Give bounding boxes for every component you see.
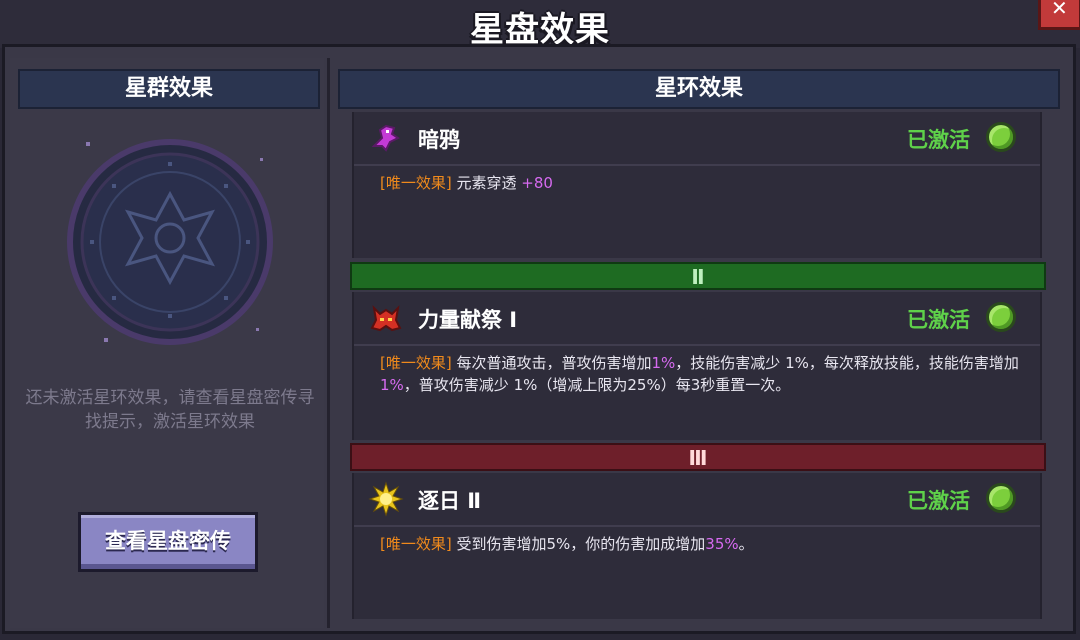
desc-text: 。 bbox=[738, 535, 754, 553]
effect-description: [唯一效果] 每次普通攻击，普攻伤害增加1%，技能伤害减少 1%，每次释放技能，… bbox=[380, 352, 1030, 396]
status-text: 已激活 bbox=[907, 128, 970, 152]
status-indicator bbox=[986, 483, 1016, 513]
raven-icon bbox=[371, 124, 400, 152]
close-button[interactable]: ✕ bbox=[1038, 0, 1080, 30]
status-text: 已激活 bbox=[907, 489, 970, 513]
effect-card: 暗鸦 已激活 [唯一效果] 元素穿透 +80 bbox=[352, 112, 1042, 258]
unique-tag: [唯一效果] bbox=[380, 354, 452, 372]
desc-value: 1% bbox=[651, 354, 676, 372]
tier-2-divider: Ⅱ bbox=[350, 262, 1046, 290]
effect-description: [唯一效果] 元素穿透 +80 bbox=[380, 172, 1030, 194]
effect-header: 暗鸦 已激活 bbox=[354, 112, 1040, 166]
tier-3-divider: Ⅲ bbox=[350, 443, 1046, 471]
unique-tag: [唯一效果] bbox=[380, 535, 452, 553]
status-indicator bbox=[986, 302, 1016, 332]
desc-value: +80 bbox=[521, 174, 553, 192]
ring-effects-header: 星环效果 bbox=[338, 69, 1060, 109]
desc-text: 元素穿透 bbox=[451, 174, 522, 192]
effect-header: 逐日 Ⅱ 已激活 bbox=[354, 473, 1040, 527]
status-indicator bbox=[986, 122, 1016, 152]
desc-text: 每次普通攻击，普攻伤害增加 bbox=[451, 354, 652, 372]
constellation-effects-header: 星群效果 bbox=[18, 69, 320, 109]
unique-tag: [唯一效果] bbox=[380, 174, 452, 192]
inactive-message: 还未激活星环效果，请查看星盘密传寻找提示，激活星环效果 bbox=[25, 388, 315, 432]
status-text: 已激活 bbox=[907, 308, 970, 332]
effect-card: 逐日 Ⅱ 已激活 [唯一效果] 受到伤害增加5%，你的伤害加成增加35%。 bbox=[352, 473, 1042, 619]
desc-text: ，普攻伤害减少 1%（增减上限为25%）每3秒重置一次。 bbox=[403, 376, 791, 394]
desc-text: 受到伤害增加5%，你的伤害加成增加 bbox=[451, 535, 706, 553]
effect-name: 力量献祭 Ⅰ bbox=[418, 308, 518, 332]
effect-name: 暗鸦 bbox=[418, 128, 460, 152]
view-secrets-button[interactable]: 查看星盘密传 bbox=[78, 512, 258, 572]
effect-card: 力量献祭 Ⅰ 已激活 [唯一效果] 每次普通攻击，普攻伤害增加1%，技能伤害减少… bbox=[352, 292, 1042, 440]
desc-text: ，技能伤害减少 1%，每次释放技能，技能伤害增加 bbox=[675, 354, 1019, 372]
effect-description: [唯一效果] 受到伤害增加5%，你的伤害加成增加35%。 bbox=[380, 533, 1030, 555]
desc-value: 35% bbox=[705, 535, 739, 553]
effect-header: 力量献祭 Ⅰ 已激活 bbox=[354, 292, 1040, 346]
sun-icon bbox=[368, 481, 404, 517]
effect-name: 逐日 Ⅱ bbox=[418, 489, 482, 513]
demon-icon bbox=[370, 305, 402, 332]
star-disc-icon bbox=[67, 139, 273, 345]
desc-value: 1% bbox=[380, 376, 404, 394]
close-icon: ✕ bbox=[1051, 0, 1068, 20]
column-divider bbox=[327, 58, 330, 628]
